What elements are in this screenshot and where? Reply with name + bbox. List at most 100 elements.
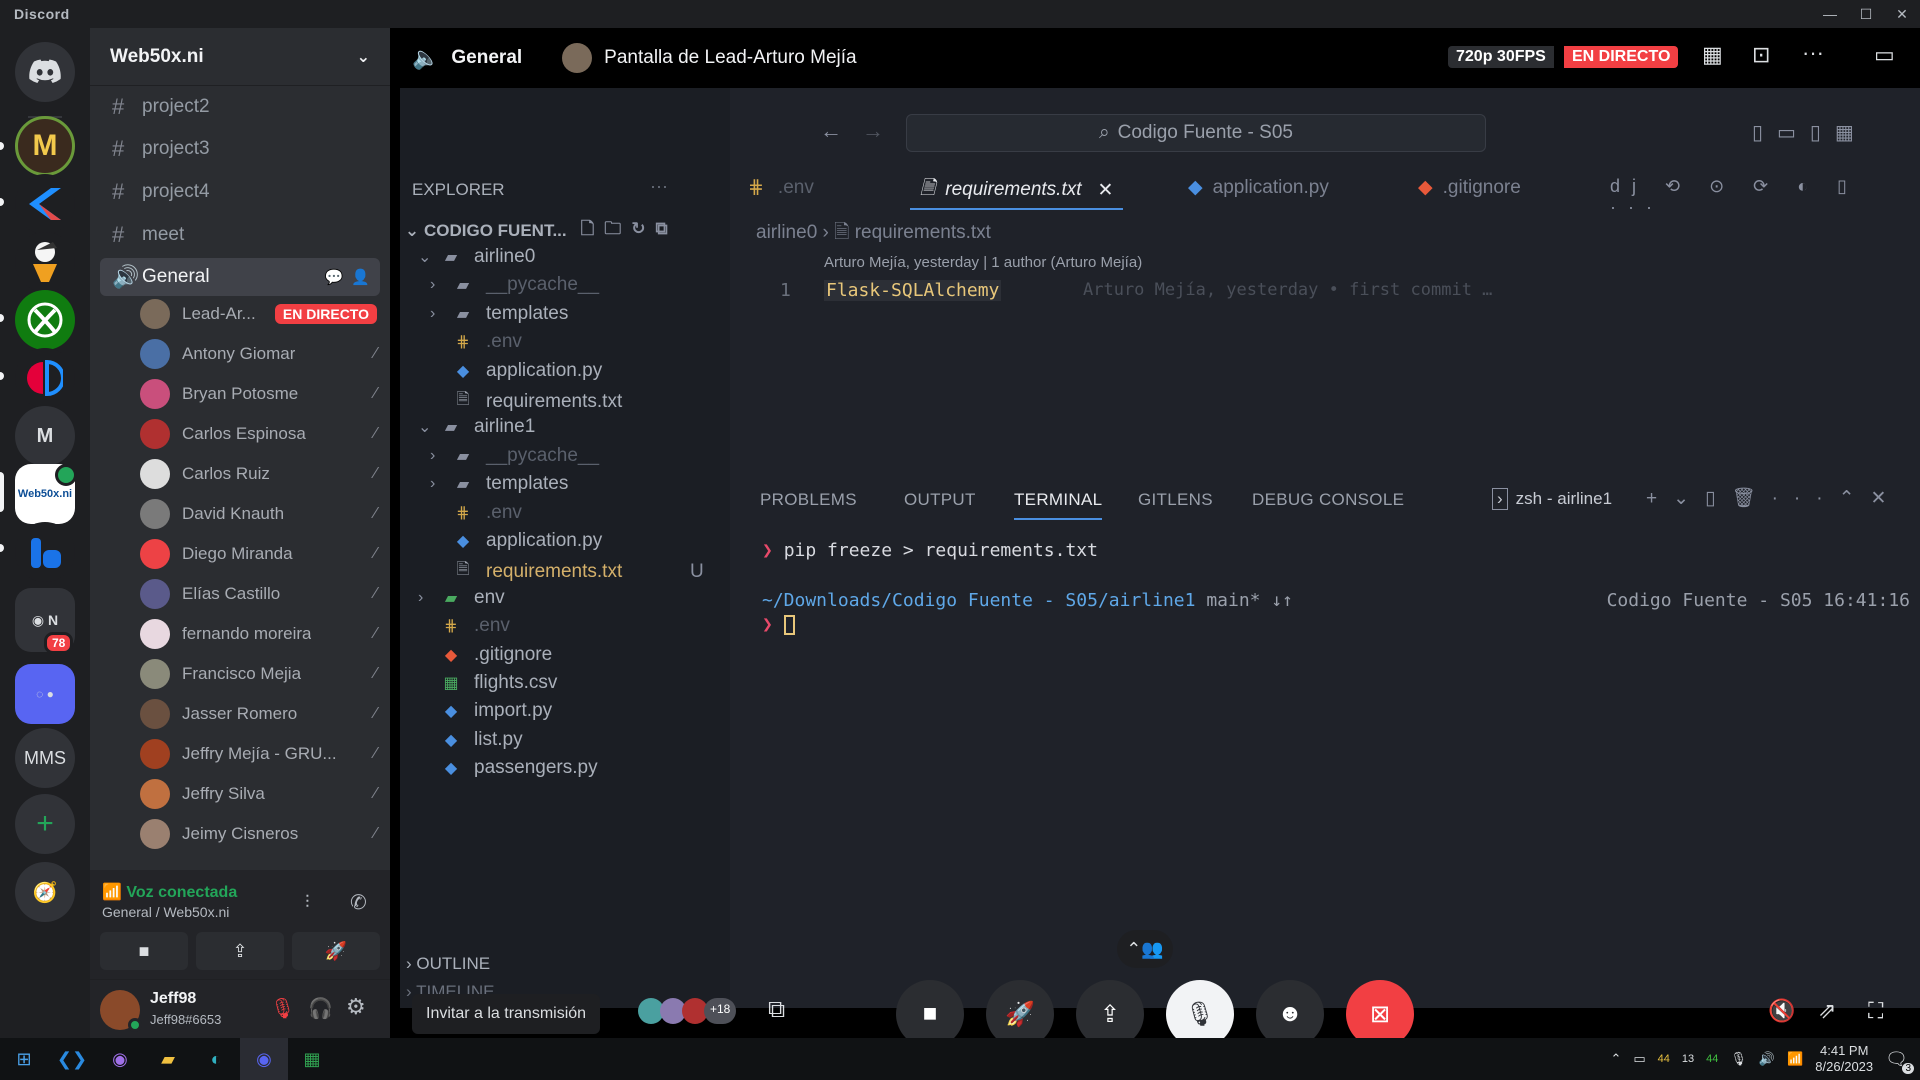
back-arrow-icon[interactable]: ← [820,118,842,144]
monitor-icon[interactable]: ▭ [1633,1051,1645,1067]
minimize-icon[interactable]: — [1812,0,1848,28]
volume-muted-icon[interactable]: 🔇 [1768,998,1795,1024]
grid-icon[interactable]: ▦ [1702,42,1723,68]
editor-tab[interactable]: ◆ .gitignore [1418,176,1521,199]
guild-icon-bars[interactable] [15,522,75,582]
maximize-icon[interactable]: ☐ [1848,0,1884,28]
command-search-input[interactable]: ⌕ Codigo Fuente - S05 [906,114,1486,152]
voice-user[interactable]: Carlos Espinosa ⁄ [140,416,385,452]
file-tree-item[interactable]: › ▰ __pycache__ [430,445,599,467]
folder-icon[interactable]: ▰ [144,1038,192,1080]
camera-button[interactable]: ■ [100,932,188,970]
noise-suppression-icon[interactable]: ⫶ [305,892,310,913]
vscode-icon[interactable]: ❮❯ [48,1038,96,1080]
activity-button[interactable]: 🚀 [292,932,380,970]
discord-home-button[interactable] [15,42,75,102]
invite-to-stream-button[interactable]: Invitar a la transmisión [412,994,601,1034]
voice-user[interactable]: David Knauth ⁄ [140,496,385,532]
chevron-up-icon[interactable]: ⌃ [1610,1051,1621,1067]
screen-share-button[interactable]: ⇪ [196,932,284,970]
guild-icon-3[interactable] [15,232,75,292]
guild-icon-1[interactable]: M [15,116,75,176]
chat-icon[interactable]: ▭ [1874,42,1895,68]
guild-icon-11[interactable]: ◌ ● [15,664,75,724]
voice-user[interactable]: Antony Giomar ⁄ [140,336,385,372]
voice-user[interactable]: Jasser Romero ⁄ [140,696,385,732]
breadcrumb-item[interactable]: airline0 [756,222,817,243]
editor-tab[interactable]: ⋕ .env [748,176,814,199]
file-tree-item[interactable]: 🗎 requirements.txt [430,388,623,415]
voice-user[interactable]: fernando moreira ⁄ [140,616,385,652]
voice-channel-general[interactable]: 🔊 General 💬 👤 [100,258,380,296]
close-icon[interactable]: ✕ [1098,179,1114,202]
panel-tab-output[interactable]: OUTPUT [904,490,976,510]
file-tree-item[interactable]: 🗎 requirements.txt U [430,558,704,585]
file-tree-item[interactable]: ▦ flights.csv [418,672,557,694]
channel-project3[interactable]: # project3 [100,130,380,168]
voice-user[interactable]: Lead-Ar... EN DIRECTO [140,296,385,332]
file-tree-item[interactable]: ⌄ ▰ airline0 [418,246,535,268]
editor-actions-icons[interactable]: dj ⟲ ⊙ ⟳ ◐ ▯ ··· [1610,176,1920,218]
voice-user[interactable]: Carlos Ruiz ⁄ [140,456,385,492]
voice-user[interactable]: Francisco Mejia ⁄ [140,656,385,692]
stream-channel[interactable]: General [451,47,522,69]
clock[interactable]: 4:41 PM 8/26/2023 [1815,1043,1873,1075]
breadcrumb-item[interactable]: requirements.txt [855,222,991,243]
close-icon[interactable]: ✕ [1884,0,1920,28]
voice-user[interactable]: Jeffry Silva ⁄ [140,776,385,812]
terminal-actions-icons[interactable]: +⌄▯🗑···⌃✕ [1646,486,1902,510]
editor-tab-active[interactable]: 🗎 requirements.txt ✕ [910,172,1124,210]
panel-tab-gitlens[interactable]: GITLENS [1138,490,1213,510]
file-tree-item[interactable]: ◆ passengers.py [418,757,598,779]
voice-user[interactable]: Elías Castillo ⁄ [140,576,385,612]
forward-arrow-icon[interactable]: → [862,118,884,144]
terminal-selector[interactable]: › zsh - airline1 [1492,488,1612,510]
file-tree-item[interactable]: ⋕ .env [418,615,510,637]
invite-user-icon[interactable]: 👤 [351,268,370,286]
guild-icon-2[interactable] [15,174,75,234]
chat-icon[interactable]: 💬 [325,268,344,286]
channel-project4[interactable]: # project4 [100,173,380,211]
voice-user[interactable]: Bryan Potosme ⁄ [140,376,385,412]
file-tree-item[interactable]: ◆ list.py [418,729,523,751]
file-tree-item[interactable]: › ▰ env [418,587,505,609]
file-tree-item[interactable]: ◆ application.py [430,360,602,382]
channel-project2[interactable]: # project2 [100,88,380,126]
voice-user[interactable]: Diego Miranda ⁄ [140,536,385,572]
disconnect-icon[interactable]: ✆ [350,890,367,915]
terminal-cursor[interactable]: ❯ [762,614,795,635]
editor-tab[interactable]: ◆ application.py [1188,176,1329,199]
mute-mic-icon[interactable]: 🎙 [270,996,295,1021]
voice-user[interactable]: Jeimy Cisneros ⁄ [140,816,385,852]
voice-user[interactable]: Jeffry Mejía - GRU... ⁄ [140,736,385,772]
sheets-icon[interactable]: ▦ [288,1038,336,1080]
more-icon[interactable]: ··· [650,176,668,197]
headphones-icon[interactable]: 🎧 [308,996,333,1021]
inbox-icon[interactable]: ⊡ [1752,42,1770,68]
file-tree-item[interactable]: ⌄ ▰ airline1 [418,416,535,438]
wifi-icon[interactable]: 📶 [1787,1051,1803,1067]
file-tree-item[interactable]: › ▰ templates [430,303,568,325]
participants-toggle[interactable]: ⌃ 👥 [1117,930,1173,968]
file-tree-item[interactable]: › ▰ templates [430,473,568,495]
file-tree-item[interactable]: ◆ .gitignore [418,644,552,666]
gear-icon[interactable]: ⚙ [346,994,366,1020]
viewer-avatars[interactable]: +18 [638,998,737,1024]
layout-icons[interactable]: ▯▭▯▦ [1752,120,1868,145]
panel-tab-problems[interactable]: PROBLEMS [760,490,857,510]
code-line[interactable]: Flask-SQLAlchemy [824,280,1002,301]
file-tree-item[interactable]: › ▰ __pycache__ [430,274,599,296]
volume-icon[interactable]: 🔊 [1759,1051,1775,1067]
file-tree-item[interactable]: ⋕ .env [430,331,522,353]
voice-location[interactable]: General / Web50x.ni [102,904,229,920]
explorer-actions-icons[interactable]: 🗋🗀↻⧉ [581,216,678,245]
guild-icon-5[interactable] [15,348,75,408]
channel-meet[interactable]: # meet [100,216,380,254]
guild-icon-mms[interactable]: MMS [15,728,75,788]
notification-icon[interactable]: 🗨 3 [1885,1049,1914,1074]
popout-screen-icon[interactable]: ⧉ [768,996,785,1024]
panel-tab-debug-console[interactable]: DEBUG CONSOLE [1252,490,1404,510]
file-tree-item[interactable]: ◆ application.py [430,530,602,552]
panel-tab-terminal[interactable]: TERMINAL [1014,490,1103,520]
windows-start-icon[interactable]: ⊞ [0,1038,48,1080]
